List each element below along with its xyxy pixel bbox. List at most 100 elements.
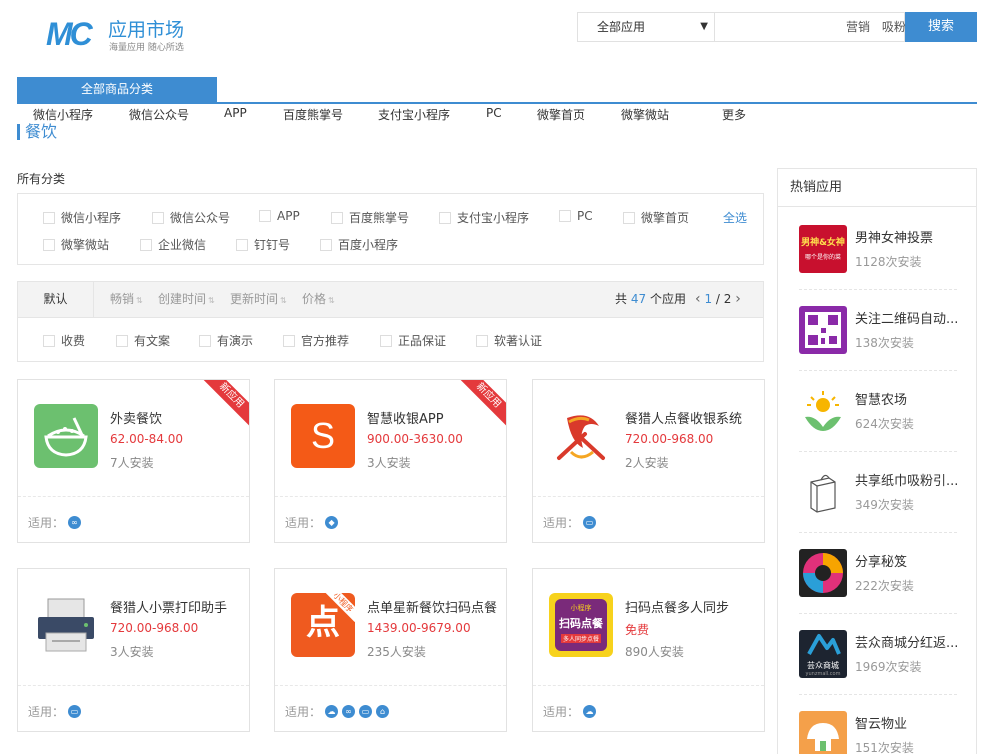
filter-option-label: 微信公众号	[170, 211, 231, 225]
hot-app-name[interactable]: 共享纸巾吸粉引...	[855, 470, 958, 489]
tag-label: 有演示	[217, 334, 254, 348]
nav-item-baidu-xiongzhang[interactable]: 百度熊掌号	[283, 106, 343, 123]
platform-row: 适用： ☁ ∞ ▭ ⌂	[285, 703, 390, 720]
all-categories-button[interactable]: 全部商品分类	[17, 77, 217, 102]
current-page: 1	[704, 292, 713, 306]
nav-item-alipay-miniprogram[interactable]: 支付宝小程序	[378, 106, 450, 123]
hot-app-name[interactable]: 关注二维码自动...	[855, 308, 958, 327]
product-price: 900.00-3630.00	[367, 432, 463, 446]
sort-label: 更新时间	[230, 292, 279, 306]
checkbox-box	[283, 334, 295, 347]
tag-checkbox[interactable]: 有文案	[116, 332, 170, 349]
sort-default-button[interactable]: 默认	[18, 282, 94, 317]
filter-checkbox[interactable]: 百度熊掌号	[331, 209, 409, 226]
tag-checkbox[interactable]: 软著认证	[476, 332, 542, 349]
tag-checkbox[interactable]: 官方推荐	[283, 332, 349, 349]
prev-page-icon[interactable]: ‹	[695, 291, 701, 307]
hot-app-count: 1969次安装	[855, 660, 922, 674]
product-installs: 890人安装	[625, 645, 684, 659]
hot-word-link[interactable]: 吸粉	[882, 20, 906, 34]
product-name[interactable]: 外卖餐饮	[110, 408, 162, 427]
product-card[interactable]: 餐猎人点餐收银系统 720.00-968.00 2人安装 适用： ▭	[532, 379, 765, 543]
product-name[interactable]: 餐猎人点餐收银系统	[625, 408, 742, 427]
hot-app-item[interactable]: 共享纸巾吸粉引... 349次安装	[799, 452, 958, 533]
sort-label: 畅销	[110, 292, 135, 306]
site-logo[interactable]: MC 应用市场 海量应用 随心所选	[46, 14, 196, 54]
suit-label: 适用：	[28, 516, 65, 530]
hunter-fork-knife-icon	[549, 404, 613, 468]
filter-checkbox[interactable]: 微擎首页	[623, 209, 689, 226]
filter-checkbox[interactable]: 微擎微站	[43, 236, 109, 253]
checkbox-box	[152, 211, 164, 224]
nav-item-app[interactable]: APP	[224, 106, 247, 120]
checkbox-box	[559, 210, 571, 222]
hot-app-count: 138次安装	[855, 336, 914, 350]
sort-created-time[interactable]: 创建时间 ⇅	[158, 282, 215, 318]
checkbox-box	[236, 238, 248, 251]
filter-checkbox[interactable]: 百度小程序	[320, 236, 398, 253]
tag-checkbox[interactable]: 有演示	[199, 332, 253, 349]
hot-app-name[interactable]: 分享秘笈	[855, 551, 907, 570]
sort-updated-time[interactable]: 更新时间 ⇅	[230, 282, 287, 318]
hot-word-link[interactable]: 营销	[846, 20, 870, 34]
product-name[interactable]: 餐猎人小票打印助手	[110, 597, 227, 616]
filter-checkbox[interactable]: 钉钉号	[236, 236, 290, 253]
search-button[interactable]: 搜索	[905, 12, 977, 42]
vote-icon: 男神&女神 哪个是你的菜	[799, 225, 847, 273]
product-name[interactable]: 智慧收银APP	[367, 408, 444, 427]
product-card[interactable]: 餐猎人小票打印助手 720.00-968.00 3人安装 适用： ▭	[17, 568, 250, 732]
filter-checkbox[interactable]: 微信小程序	[43, 209, 121, 226]
nav-item-weiqing-site[interactable]: 微擎微站	[621, 106, 669, 123]
tag-label: 有文案	[134, 334, 171, 348]
tissue-box-icon	[799, 468, 847, 516]
checkbox-box	[140, 238, 152, 251]
sort-bestselling[interactable]: 畅销 ⇅	[110, 282, 143, 318]
checkbox-box	[331, 211, 343, 224]
filter-checkbox[interactable]: PC	[559, 209, 593, 223]
qrcode-icon	[799, 306, 847, 354]
hot-app-name[interactable]: 男神女神投票	[855, 227, 933, 246]
product-card[interactable]: 新应用 S 智慧收银APP 900.00-3630.00 3人安装 适用： ◆	[274, 379, 507, 543]
select-all-link[interactable]: 全选	[723, 209, 747, 226]
filter-checkbox[interactable]: APP	[259, 209, 300, 223]
product-name[interactable]: 点单星新餐饮扫码点餐	[367, 597, 497, 616]
filter-checkbox[interactable]: 微信公众号	[152, 209, 230, 226]
product-card[interactable]: 小程序 点 点单星新餐饮扫码点餐 1439.00-9679.00 235人安装 …	[274, 568, 507, 732]
feature-tag-bar: 收费 有文案 有演示 官方推荐 正品保证 软著认证	[17, 318, 764, 362]
filter-option-label: 微擎微站	[61, 238, 110, 252]
product-card[interactable]: 小程序 扫码点餐 多人同步点餐 扫码点餐多人同步 免费 890人安装 适用： ☁	[532, 568, 765, 732]
nav-item-pc[interactable]: PC	[486, 106, 502, 120]
wechat-platform-icon: ☁	[325, 705, 339, 718]
hot-app-item[interactable]: 关注二维码自动... 138次安装	[799, 290, 958, 371]
sort-price[interactable]: 价格 ⇅	[302, 282, 335, 318]
tag-checkbox[interactable]: 正品保证	[380, 332, 446, 349]
tag-checkbox[interactable]: 收费	[43, 332, 85, 349]
platform-row: 适用： ☁	[543, 703, 597, 720]
sort-arrows-icon: ⇅	[280, 296, 287, 305]
hot-app-name[interactable]: 智云物业	[855, 713, 907, 732]
nav-item-wechat-miniprogram[interactable]: 微信小程序	[33, 106, 93, 123]
filter-checkbox[interactable]: 支付宝小程序	[439, 209, 529, 226]
hot-app-item[interactable]: 分享秘笈 222次安装	[799, 533, 957, 614]
suit-label: 适用：	[285, 705, 322, 719]
hot-app-item[interactable]: 男神&女神 哪个是你的菜 男神女神投票 1128次安装	[799, 209, 957, 290]
icon-text-top: 小程序	[570, 604, 592, 612]
nav-item-weiqing-home[interactable]: 微擎首页	[537, 106, 585, 123]
icon-letter: S	[310, 415, 335, 456]
tag-label: 官方推荐	[301, 334, 350, 348]
hot-app-item[interactable]: 智云物业 151次安装	[799, 695, 957, 754]
nav-item-wechat-official[interactable]: 微信公众号	[129, 106, 189, 123]
hot-app-name[interactable]: 智慧农场	[855, 389, 907, 408]
filter-checkbox[interactable]: 企业微信	[140, 236, 206, 253]
hot-app-name[interactable]: 芸众商城分红返...	[855, 632, 958, 651]
hot-app-item[interactable]: 芸众商城 yunzmall.com 芸众商城分红返... 1969次安装	[799, 614, 958, 695]
next-page-icon[interactable]: ›	[735, 291, 741, 307]
product-name[interactable]: 扫码点餐多人同步	[625, 597, 729, 616]
hot-apps-title: 热销应用	[778, 169, 976, 207]
sort-label: 创建时间	[158, 292, 207, 306]
category-nav: 微信小程序 微信公众号 APP 百度熊掌号 支付宝小程序 PC 微擎首页 微擎微…	[0, 106, 999, 124]
product-card[interactable]: 新应用 外卖餐饮 62.00-84.00 7人安装 适用： ∞	[17, 379, 250, 543]
pager: ‹ 1 / 2 ›	[695, 282, 741, 317]
hot-app-item[interactable]: 智慧农场 624次安装	[799, 371, 957, 452]
search-scope-select[interactable]: 全部应用 ▼	[578, 13, 715, 41]
